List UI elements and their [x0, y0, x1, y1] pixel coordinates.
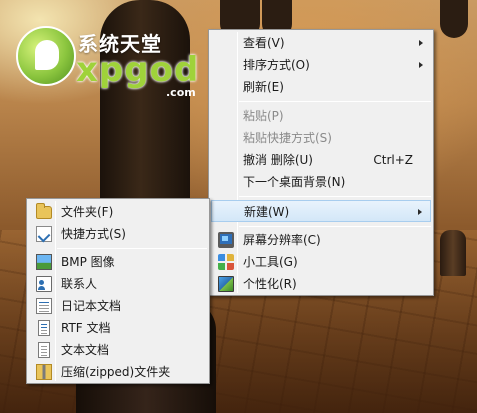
submenu-item-contact[interactable]: 联系人: [29, 273, 207, 295]
menu-item-refresh[interactable]: 刷新(E): [211, 76, 431, 98]
desktop-context-menu: 查看(V) 排序方式(O) 刷新(E) 粘贴(P) 粘贴快捷方式(S) 撤消 删…: [208, 29, 434, 296]
menu-item-new[interactable]: 新建(W): [211, 200, 431, 222]
menu-item-label: BMP 图像: [61, 255, 115, 269]
menu-item-undo-delete[interactable]: 撤消 删除(U) Ctrl+Z: [211, 149, 431, 171]
menu-item-label: 查看(V): [243, 36, 285, 50]
folder-icon: [36, 203, 52, 219]
menu-item-label: RTF 文档: [61, 321, 111, 335]
contact-icon: [36, 276, 52, 292]
watermark-logo: 系统天堂 xpgod .com: [16, 26, 206, 106]
silhouette-person: [440, 0, 468, 38]
submenu-item-zipped-folder[interactable]: 压缩(zipped)文件夹: [29, 361, 207, 383]
personalize-icon: [218, 276, 234, 292]
menu-item-view[interactable]: 查看(V): [211, 32, 431, 54]
menu-item-sort-by[interactable]: 排序方式(O): [211, 54, 431, 76]
shortcut-icon: [36, 226, 52, 242]
menu-item-label: 压缩(zipped)文件夹: [61, 365, 171, 379]
menu-item-label: 粘贴(P): [243, 109, 284, 123]
bmp-image-icon: [36, 254, 52, 270]
menu-item-screen-resolution[interactable]: 屏幕分辨率(C): [211, 229, 431, 251]
rtf-document-icon: [38, 320, 50, 336]
menu-item-label: 小工具(G): [243, 255, 298, 269]
journal-document-icon: [36, 298, 52, 314]
menu-item-paste[interactable]: 粘贴(P): [211, 105, 431, 127]
submenu-item-journal-document[interactable]: 日记本文档: [29, 295, 207, 317]
screen-resolution-icon: [218, 232, 234, 248]
menu-separator: [239, 196, 431, 197]
menu-item-label: 文件夹(F): [61, 205, 114, 219]
menu-item-next-background[interactable]: 下一个桌面背景(N): [211, 171, 431, 193]
new-submenu: 文件夹(F) 快捷方式(S) BMP 图像 联系人 日记本文档 RTF 文档 文…: [26, 198, 210, 384]
menu-item-label: 刷新(E): [243, 80, 284, 94]
logo-suffix: .com: [166, 86, 196, 99]
submenu-arrow-icon: [419, 40, 423, 46]
menu-item-label: 联系人: [61, 277, 98, 291]
menu-item-paste-shortcut[interactable]: 粘贴快捷方式(S): [211, 127, 431, 149]
menu-item-label: 快捷方式(S): [61, 227, 126, 241]
submenu-arrow-icon: [419, 62, 423, 68]
submenu-item-folder[interactable]: 文件夹(F): [29, 201, 207, 223]
submenu-item-bmp-image[interactable]: BMP 图像: [29, 251, 207, 273]
menu-item-gadgets[interactable]: 小工具(G): [211, 251, 431, 273]
menu-item-shortcut: Ctrl+Z: [373, 153, 413, 167]
menu-item-label: 文本文档: [61, 343, 110, 357]
text-document-icon: [38, 342, 50, 358]
menu-item-label: 日记本文档: [61, 299, 122, 313]
submenu-item-text-document[interactable]: 文本文档: [29, 339, 207, 361]
logo-en-text: xpgod: [76, 50, 200, 90]
zipped-folder-icon: [36, 364, 52, 380]
menu-item-label: 个性化(R): [243, 277, 297, 291]
menu-item-label: 排序方式(O): [243, 58, 310, 72]
menu-item-personalize[interactable]: 个性化(R): [211, 273, 431, 295]
menu-separator: [239, 101, 431, 102]
submenu-item-rtf-document[interactable]: RTF 文档: [29, 317, 207, 339]
logo-icon: [16, 26, 76, 86]
menu-item-label: 粘贴快捷方式(S): [243, 131, 332, 145]
menu-item-label: 撤消 删除(U): [243, 153, 313, 167]
menu-item-label: 下一个桌面背景(N): [243, 175, 346, 189]
menu-separator: [239, 226, 431, 227]
menu-item-label: 新建(W): [244, 205, 290, 219]
menu-item-label: 屏幕分辨率(C): [243, 233, 321, 247]
submenu-item-shortcut[interactable]: 快捷方式(S): [29, 223, 207, 245]
gadgets-icon: [218, 254, 234, 270]
submenu-arrow-icon: [418, 209, 422, 215]
menu-separator: [57, 248, 207, 249]
bollard: [440, 230, 466, 276]
